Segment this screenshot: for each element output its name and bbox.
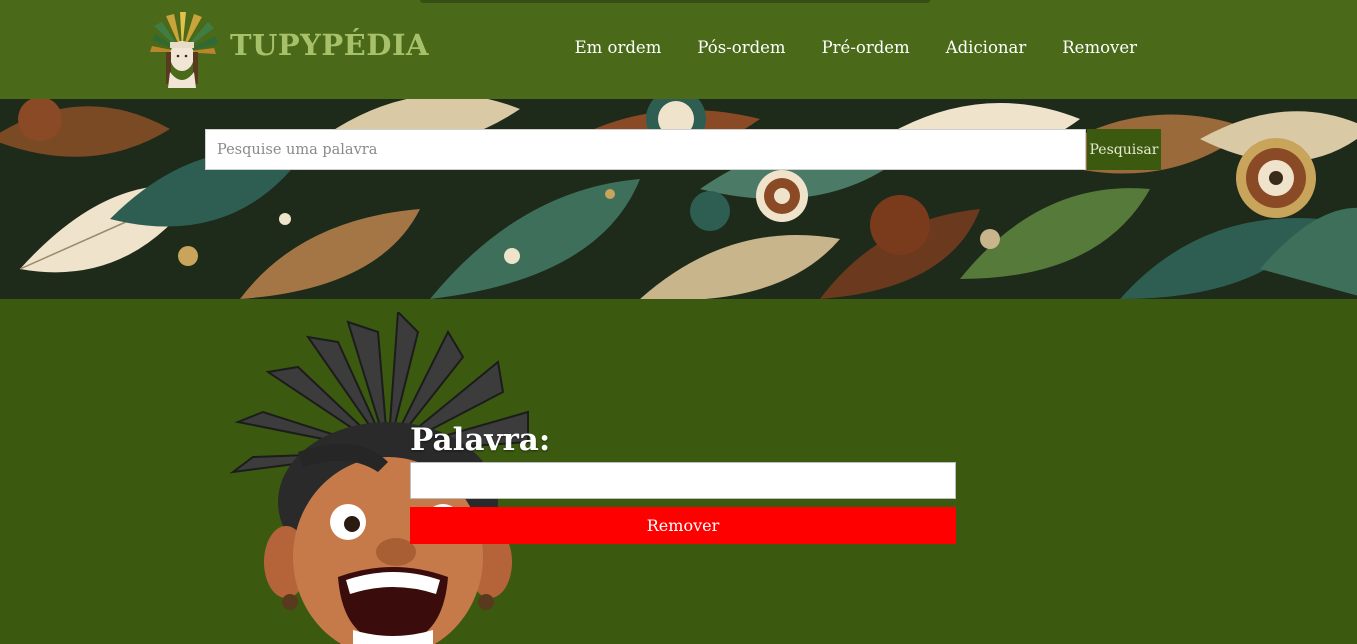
search-button[interactable]: Pesquisar bbox=[1087, 129, 1161, 170]
main-nav: Em ordem Pós-ordem Pré-ordem Adicionar R… bbox=[575, 38, 1137, 57]
word-field-label: Palavra: bbox=[410, 422, 551, 458]
search-input[interactable] bbox=[205, 129, 1086, 170]
brand-title[interactable]: TUPYPÉDIA bbox=[230, 28, 429, 62]
logo-icon[interactable] bbox=[146, 12, 218, 88]
word-input[interactable] bbox=[410, 462, 956, 499]
nav-em-ordem[interactable]: Em ordem bbox=[575, 38, 662, 57]
nav-pos-ordem[interactable]: Pós-ordem bbox=[697, 38, 785, 57]
nav-pre-ordem[interactable]: Pré-ordem bbox=[822, 38, 910, 57]
header-shadow bbox=[420, 0, 930, 3]
nav-adicionar[interactable]: Adicionar bbox=[946, 38, 1027, 57]
remove-button[interactable]: Remover bbox=[410, 507, 956, 544]
top-navbar: TUPYPÉDIA Em ordem Pós-ordem Pré-ordem A… bbox=[0, 0, 1357, 99]
nav-remover[interactable]: Remover bbox=[1062, 38, 1137, 57]
